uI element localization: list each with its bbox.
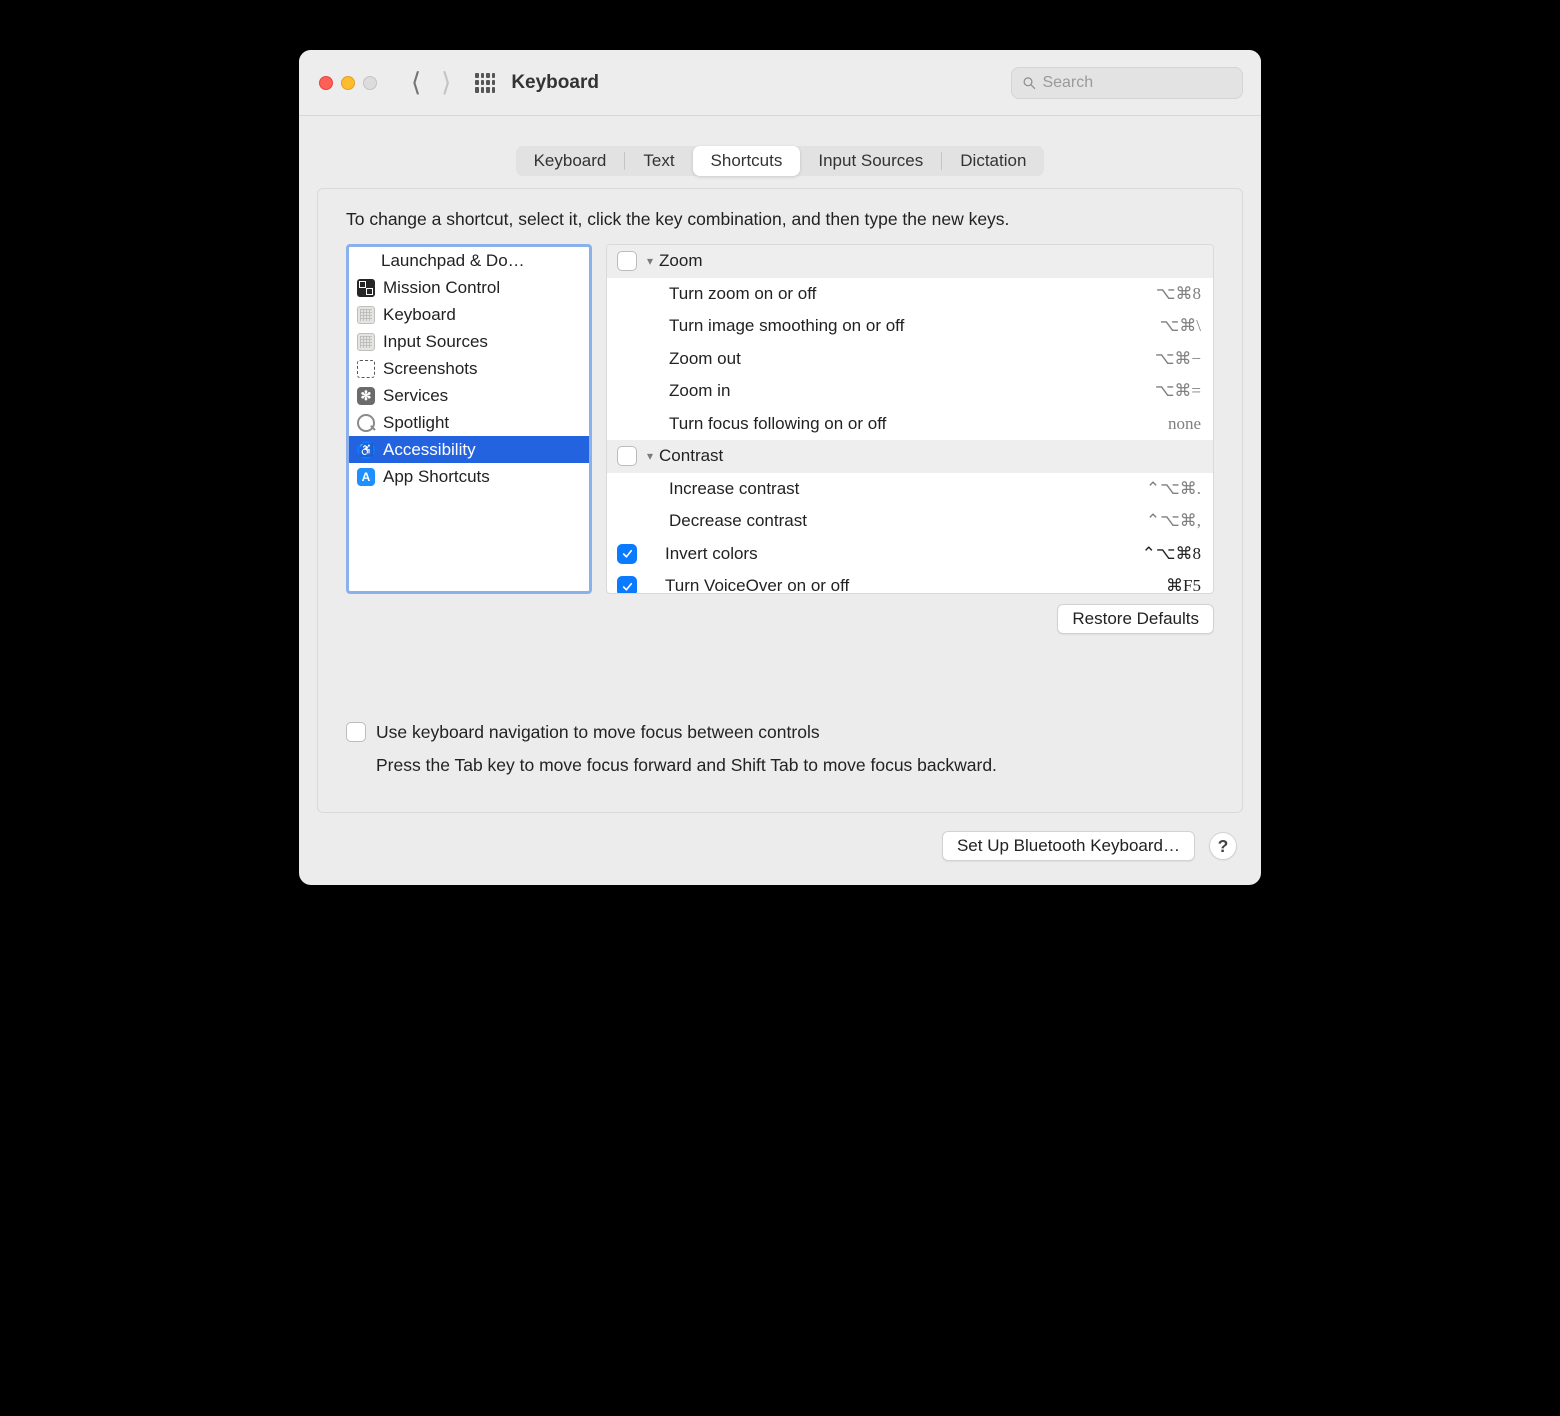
shortcut-row[interactable]: Invert colors ⌃⌥⌘8 <box>607 538 1213 571</box>
traffic-lights <box>319 76 377 90</box>
shortcut-label: Turn image smoothing on or off <box>617 316 904 336</box>
titlebar: ⟨ ⟩ Keyboard <box>299 50 1261 116</box>
sp-icon <box>357 414 375 432</box>
shortcut-label: Decrease contrast <box>617 511 807 531</box>
kb-icon <box>357 333 375 351</box>
shortcut-label: Turn zoom on or off <box>617 284 816 304</box>
help-button[interactable]: ? <box>1209 832 1237 860</box>
lp-icon <box>357 253 373 269</box>
shortcut-keys[interactable]: ⌥⌘− <box>1155 349 1201 369</box>
search-field[interactable] <box>1011 67 1243 99</box>
zoom-window-button[interactable] <box>363 76 377 90</box>
category-label: Keyboard <box>383 305 456 325</box>
as-icon: A <box>357 468 375 486</box>
shortcut-row[interactable]: Turn focus following on or off none <box>607 408 1213 441</box>
shortcut-label: Turn VoiceOver on or off <box>647 576 849 594</box>
category-label: Spotlight <box>383 413 449 433</box>
shortcut-row[interactable]: Zoom in ⌥⌘= <box>607 375 1213 408</box>
mc-icon <box>357 279 375 297</box>
keyboard-navigation-hint: Press the Tab key to move focus forward … <box>376 755 997 776</box>
kb-icon <box>357 306 375 324</box>
window-title: Keyboard <box>511 72 599 94</box>
category-label: Screenshots <box>383 359 478 379</box>
shortcut-keys[interactable]: ⌥⌘= <box>1155 381 1201 401</box>
shortcut-list[interactable]: Zoom Turn zoom on or off ⌥⌘8 Turn image smo… <box>606 244 1214 594</box>
sv-icon: ✻ <box>357 387 375 405</box>
shortcut-label: Zoom in <box>617 381 730 401</box>
restore-defaults-button[interactable]: Restore Defaults <box>1057 604 1214 634</box>
forward-button[interactable]: ⟩ <box>431 67 461 98</box>
shortcut-keys[interactable]: ⌃⌥⌘. <box>1146 479 1201 499</box>
category-label: Mission Control <box>383 278 500 298</box>
category-label: Services <box>383 386 448 406</box>
shortcut-row[interactable]: Turn image smoothing on or off ⌥⌘\ <box>607 310 1213 343</box>
tab-keyboard[interactable]: Keyboard <box>516 146 625 176</box>
category-accessibility[interactable]: ♿ Accessibility <box>349 436 589 463</box>
footer: Set Up Bluetooth Keyboard… ? <box>299 831 1261 885</box>
shortcut-row[interactable]: Zoom <box>607 245 1213 278</box>
show-all-icon[interactable] <box>475 73 495 93</box>
shortcut-checkbox[interactable] <box>617 446 637 466</box>
category-label: Input Sources <box>383 332 488 352</box>
keyboard-navigation-checkbox[interactable] <box>346 722 366 742</box>
shortcut-group-label: Zoom <box>659 251 702 271</box>
search-icon <box>1022 75 1036 91</box>
shortcut-group-label: Contrast <box>659 446 723 466</box>
tab-bar: KeyboardTextShortcutsInput SourcesDictat… <box>299 116 1261 182</box>
category-list[interactable]: Launchpad & Do… Mission Control Keyboard In… <box>346 244 592 594</box>
search-input[interactable] <box>1042 74 1232 92</box>
shortcut-label: Invert colors <box>647 544 758 564</box>
category-mission-control[interactable]: Mission Control <box>349 274 589 301</box>
shortcut-row[interactable]: Zoom out ⌥⌘− <box>607 343 1213 376</box>
shortcut-keys[interactable]: ⌃⌥⌘8 <box>1142 544 1201 564</box>
tab-shortcuts[interactable]: Shortcuts <box>693 146 801 176</box>
keyboard-navigation-label: Use keyboard navigation to move focus be… <box>376 722 997 743</box>
category-launchpad-do-[interactable]: Launchpad & Do… <box>349 247 589 274</box>
category-app-shortcuts[interactable]: A App Shortcuts <box>349 463 589 490</box>
ax-icon: ♿ <box>357 441 375 459</box>
tab-input-sources[interactable]: Input Sources <box>800 146 941 176</box>
shortcut-row[interactable]: Turn zoom on or off ⌥⌘8 <box>607 278 1213 311</box>
shortcut-row[interactable]: Contrast <box>607 440 1213 473</box>
category-input-sources[interactable]: Input Sources <box>349 328 589 355</box>
setup-bluetooth-keyboard-button[interactable]: Set Up Bluetooth Keyboard… <box>942 831 1195 861</box>
category-services[interactable]: ✻ Services <box>349 382 589 409</box>
category-screenshots[interactable]: Screenshots <box>349 355 589 382</box>
shortcut-checkbox[interactable] <box>617 544 637 564</box>
keyboard-navigation-option: Use keyboard navigation to move focus be… <box>346 722 1214 776</box>
sc-icon <box>357 360 375 378</box>
shortcuts-panel: To change a shortcut, select it, click t… <box>317 188 1243 813</box>
tab-text[interactable]: Text <box>625 146 692 176</box>
tab-dictation[interactable]: Dictation <box>942 146 1044 176</box>
shortcut-keys[interactable]: ⌥⌘\ <box>1160 316 1201 336</box>
chevron-down-icon[interactable] <box>647 449 653 463</box>
instructions-text: To change a shortcut, select it, click t… <box>346 209 1214 230</box>
close-window-button[interactable] <box>319 76 333 90</box>
shortcut-row[interactable]: Decrease contrast ⌃⌥⌘, <box>607 505 1213 538</box>
shortcut-keys[interactable]: ⌃⌥⌘, <box>1146 511 1201 531</box>
minimize-window-button[interactable] <box>341 76 355 90</box>
category-spotlight[interactable]: Spotlight <box>349 409 589 436</box>
category-label: App Shortcuts <box>383 467 490 487</box>
shortcut-label: Zoom out <box>617 349 741 369</box>
category-keyboard[interactable]: Keyboard <box>349 301 589 328</box>
shortcut-checkbox[interactable] <box>617 576 637 594</box>
chevron-down-icon[interactable] <box>647 254 653 268</box>
shortcut-checkbox[interactable] <box>617 251 637 271</box>
shortcut-keys[interactable]: ⌥⌘8 <box>1156 284 1201 304</box>
shortcut-row[interactable]: Increase contrast ⌃⌥⌘. <box>607 473 1213 506</box>
back-button[interactable]: ⟨ <box>401 67 431 98</box>
shortcut-keys[interactable]: ⌘F5 <box>1166 576 1201 594</box>
shortcut-label: Increase contrast <box>617 479 799 499</box>
shortcut-row[interactable]: Turn VoiceOver on or off ⌘F5 <box>607 570 1213 594</box>
preferences-window: ⟨ ⟩ Keyboard KeyboardTextShortcutsInput … <box>299 50 1261 885</box>
shortcut-keys[interactable]: none <box>1168 414 1201 434</box>
shortcut-label: Turn focus following on or off <box>617 414 886 434</box>
category-label: Launchpad & Do… <box>381 251 525 271</box>
category-label: Accessibility <box>383 440 476 460</box>
